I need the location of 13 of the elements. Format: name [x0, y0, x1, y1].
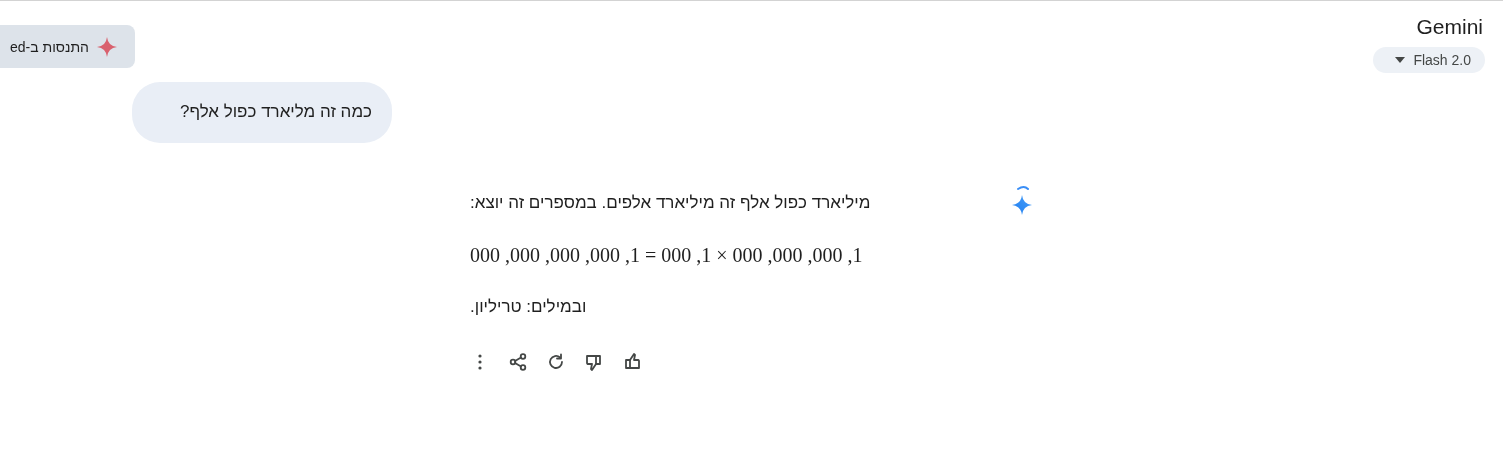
response-text: מיליארד כפול אלף זה מיליארד אלפים. במספרים זה יוצא: [470, 192, 871, 214]
refresh-icon[interactable] [546, 352, 566, 372]
dropdown-arrow-icon [1395, 57, 1406, 63]
model-selector[interactable]: Flash 2.0 [1373, 47, 1485, 73]
user-message: כמה זה מליארד כפול אלף? [132, 82, 392, 143]
app-title: Gemini [1416, 15, 1484, 39]
thumbs-down-icon[interactable] [584, 352, 604, 372]
sparkle-icon [97, 36, 117, 57]
experiment-button[interactable]: התנסות ב-ed [0, 25, 135, 68]
response-text: ובמילים: טריליון. [470, 296, 587, 318]
thumbs-up-icon[interactable] [622, 352, 642, 372]
math-equation: 000 ,000 ,000 ,000 ,1 = 000 ,1 × 000 ,000 ,000 ,1 [470, 244, 863, 267]
share-icon[interactable] [508, 352, 528, 372]
